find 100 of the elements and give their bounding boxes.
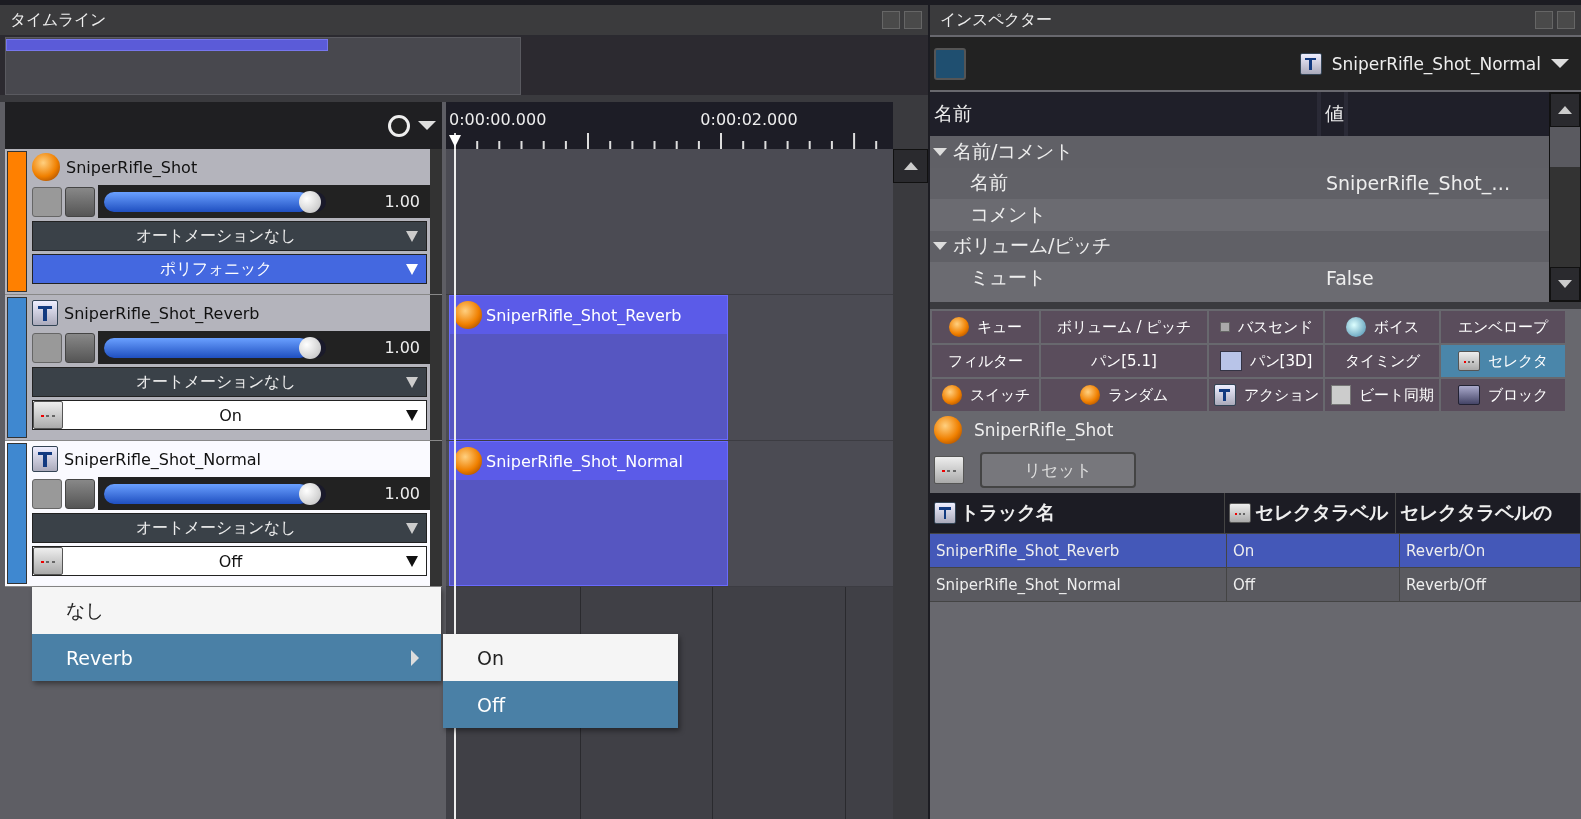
- block-icon: [1458, 385, 1480, 405]
- play-mode-dropdown[interactable]: ポリフォニック: [32, 254, 427, 284]
- track-name: SniperRifle_Shot_Normal: [64, 449, 262, 469]
- time-ruler[interactable]: 0:00:00.000 0:00:02.000: [446, 102, 893, 149]
- selector-dropdown[interactable]: Off: [32, 546, 427, 576]
- track-name: SniperRifle_Shot: [66, 157, 198, 177]
- table-cell: Off: [1227, 568, 1400, 601]
- dropdown-arrow-icon: [406, 522, 418, 534]
- menu-item[interactable]: On: [443, 634, 678, 681]
- dropdown-arrow-icon: [406, 555, 418, 567]
- table-row[interactable]: SniperRifle_Shot_Reverb On Reverb/On: [930, 534, 1581, 568]
- clip-name: SniperRifle_Shot_Normal: [486, 451, 684, 471]
- square-icon: [1219, 322, 1230, 332]
- slider-thumb[interactable]: [299, 190, 322, 213]
- tab[interactable]: パン[3D]: [1209, 345, 1323, 377]
- table-cell: Reverb/On: [1400, 534, 1581, 567]
- panel-title: タイムライン: [10, 9, 106, 31]
- overview-viewport[interactable]: [5, 37, 521, 95]
- expand-arrow-icon[interactable]: [933, 147, 947, 156]
- orb-icon: [949, 317, 969, 337]
- tab[interactable]: タイミング: [1325, 345, 1439, 377]
- table-row[interactable]: SniperRifle_Shot_Normal Off Reverb/Off: [930, 568, 1581, 602]
- expand-arrow-icon[interactable]: [933, 242, 947, 251]
- orb-icon: [454, 447, 482, 475]
- selector-icon: [33, 547, 63, 575]
- selector-icon: [1229, 503, 1251, 523]
- tab[interactable]: スイッチ: [932, 379, 1039, 411]
- scroll-thumb[interactable]: [1550, 127, 1580, 167]
- automation-dropdown[interactable]: オートメーションなし: [32, 367, 427, 397]
- tab[interactable]: ビート同期: [1325, 379, 1439, 411]
- scrollbar[interactable]: [1549, 92, 1581, 302]
- splitter-handle[interactable]: [930, 302, 1581, 309]
- orb-icon: [941, 385, 962, 405]
- menu-item[interactable]: なし: [32, 587, 441, 634]
- audio-clip[interactable]: SniperRifle_Shot_Reverb: [449, 295, 728, 440]
- cue-name: SniperRifle_Shot: [974, 420, 1114, 440]
- orb-icon: [32, 153, 60, 181]
- selector-icon: [1458, 351, 1480, 371]
- splitter-handle[interactable]: [0, 95, 928, 102]
- clip-name: SniperRifle_Shot_Reverb: [486, 305, 682, 325]
- dropdown-arrow-icon: [406, 263, 418, 275]
- volume-reading: 1.00: [383, 338, 420, 357]
- orb-icon: [1080, 385, 1100, 405]
- tab[interactable]: フィルター: [932, 345, 1039, 377]
- property-name: 名前: [969, 170, 1009, 196]
- column-header[interactable]: セレクタラベル: [1225, 493, 1396, 533]
- column-header[interactable]: セレクタラベルの: [1396, 493, 1581, 533]
- dropdown-arrow-icon: [406, 230, 418, 242]
- scroll-up-button[interactable]: [893, 149, 928, 183]
- tab[interactable]: バスセンド: [1209, 311, 1323, 343]
- menu-item[interactable]: Reverb: [32, 634, 441, 681]
- table-cell: SniperRifle_Shot_Reverb: [930, 534, 1227, 567]
- track-icon: [32, 446, 58, 472]
- slider-thumb[interactable]: [299, 482, 322, 505]
- menu-item[interactable]: Off: [443, 681, 678, 728]
- tab[interactable]: ボリューム / ピッチ: [1041, 311, 1207, 343]
- time-label: 0:00:02.000: [700, 110, 798, 129]
- volume-reading: 1.00: [383, 192, 420, 211]
- tab[interactable]: ボイス: [1325, 311, 1439, 343]
- automation-dropdown[interactable]: オートメーションなし: [32, 513, 427, 543]
- track-header[interactable]: SniperRifle_Shot 1.00 オートメーションなし ポリフォニック: [5, 149, 442, 295]
- tab[interactable]: アクション: [1209, 379, 1323, 411]
- tab[interactable]: ブロック: [1441, 379, 1565, 411]
- tab[interactable]: エンベロープ: [1441, 311, 1565, 343]
- selector-icon: [33, 401, 63, 429]
- automation-dropdown[interactable]: オートメーションなし: [32, 221, 427, 251]
- slider-thumb[interactable]: [299, 336, 322, 359]
- track-header[interactable]: SniperRifle_Shot_Reverb 1.00 オートメーションなし On: [5, 295, 442, 441]
- dropdown-arrow-icon: [406, 409, 418, 421]
- tab[interactable]: セレクタ: [1441, 345, 1565, 377]
- scroll-down-button[interactable]: [1550, 267, 1580, 301]
- audio-clip[interactable]: SniperRifle_Shot_Normal: [449, 441, 728, 586]
- track-name: SniperRifle_Shot_Reverb: [64, 303, 260, 323]
- caret-icon[interactable]: [418, 121, 436, 130]
- property-name: ミュート: [969, 264, 1047, 290]
- property-group: ボリューム/ピッチ: [953, 233, 1112, 260]
- volume-reading: 1.00: [383, 484, 420, 503]
- property-value: SniperRifle_Shot_…: [1325, 172, 1511, 195]
- tab[interactable]: キュー: [932, 311, 1039, 343]
- property-group: 名前/コメント: [953, 138, 1074, 165]
- tab[interactable]: パン[5.1]: [1041, 345, 1207, 377]
- orb-icon: [454, 301, 482, 329]
- column-header[interactable]: トラック名: [930, 493, 1225, 533]
- track-icon: [934, 502, 956, 524]
- scroll-up-button[interactable]: [1550, 93, 1580, 127]
- time-label: 0:00:00.000: [449, 110, 547, 129]
- panel-title: インスペクター: [940, 9, 1052, 31]
- caret-icon: [1551, 59, 1569, 68]
- table-cell: SniperRifle_Shot_Normal: [930, 568, 1227, 601]
- dropdown-arrow-icon: [406, 376, 418, 388]
- scrollbar[interactable]: [893, 102, 928, 819]
- playhead-marker[interactable]: [449, 135, 461, 147]
- track-header[interactable]: SniperRifle_Shot_Normal 1.00 オートメーションなし Off: [5, 441, 442, 587]
- table-cell: On: [1227, 534, 1400, 567]
- selector-dropdown[interactable]: On: [32, 400, 427, 430]
- selector-icon: [934, 456, 964, 484]
- orb-icon: [934, 416, 962, 444]
- track-icon: [32, 300, 58, 326]
- tab[interactable]: ランダム: [1041, 379, 1207, 411]
- target-selector[interactable]: SniperRifle_Shot_Normal: [1299, 52, 1569, 75]
